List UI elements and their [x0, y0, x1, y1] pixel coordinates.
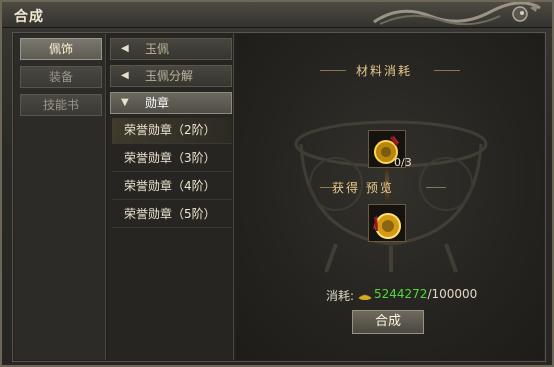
preview-pane: 材料消耗 0/3 获得 预览 消耗: 5244272/100000 合成 — [236, 34, 544, 360]
category-label: 玉佩 — [145, 42, 170, 56]
category-label: 玉佩分解 — [145, 69, 194, 83]
cost-label: 消耗: — [326, 289, 355, 303]
result-heading: 获得 预览 — [332, 181, 394, 195]
list-item-medal-tier5[interactable]: 荣誉勋章（5阶） — [112, 202, 232, 228]
category-label: 勋章 — [145, 96, 170, 110]
cost-value: 5244272/100000 — [374, 287, 477, 301]
result-slot[interactable] — [368, 204, 406, 242]
materials-heading: 材料消耗 — [356, 64, 413, 78]
cost-have: 5244272 — [374, 287, 428, 301]
window-title: 合成 — [14, 9, 44, 25]
craft-button[interactable]: 合成 — [352, 310, 424, 334]
category-jade-decompose[interactable]: ◀ 玉佩分解 — [110, 65, 232, 87]
tab-accessories[interactable]: 佩饰 — [20, 38, 102, 60]
tab-column: 佩饰 装备 技能书 — [14, 34, 106, 360]
category-medal[interactable]: ▼ 勋章 — [110, 92, 232, 114]
list-item-medal-tier3[interactable]: 荣誉勋章（3阶） — [112, 146, 232, 172]
collapse-arrow-icon: ◀ — [121, 70, 129, 81]
category-jade[interactable]: ◀ 玉佩 — [110, 38, 232, 60]
tab-skill-books[interactable]: 技能书 — [20, 94, 102, 116]
divider-right — [434, 70, 460, 71]
recipe-list: ◀ 玉佩 ◀ 玉佩分解 ▼ 勋章 荣誉勋章（2阶） 荣誉勋章（3阶） 荣誉勋章（… — [108, 34, 234, 360]
list-item-medal-tier4[interactable]: 荣誉勋章（4阶） — [112, 174, 232, 200]
tab-equipment[interactable]: 装备 — [20, 66, 102, 88]
gold-ingot-icon — [358, 294, 372, 300]
expand-arrow-icon: ▼ — [121, 97, 129, 108]
collapse-arrow-icon: ◀ — [121, 43, 129, 54]
synthesis-window: 合成 佩饰 装备 技能书 ◀ 玉佩 ◀ 玉佩分解 ▼ 勋章 荣誉勋章（2阶） 荣… — [0, 0, 554, 367]
cost-need: 100000 — [431, 287, 478, 301]
material-quantity: 0/3 — [394, 156, 412, 169]
divider-right — [426, 187, 446, 188]
list-item-medal-tier2[interactable]: 荣誉勋章（2阶） — [112, 118, 232, 144]
medal-icon — [373, 213, 401, 239]
title-bar[interactable]: 合成 — [2, 2, 552, 28]
divider-left — [320, 70, 346, 71]
dragon-ornament-icon — [373, 2, 541, 26]
